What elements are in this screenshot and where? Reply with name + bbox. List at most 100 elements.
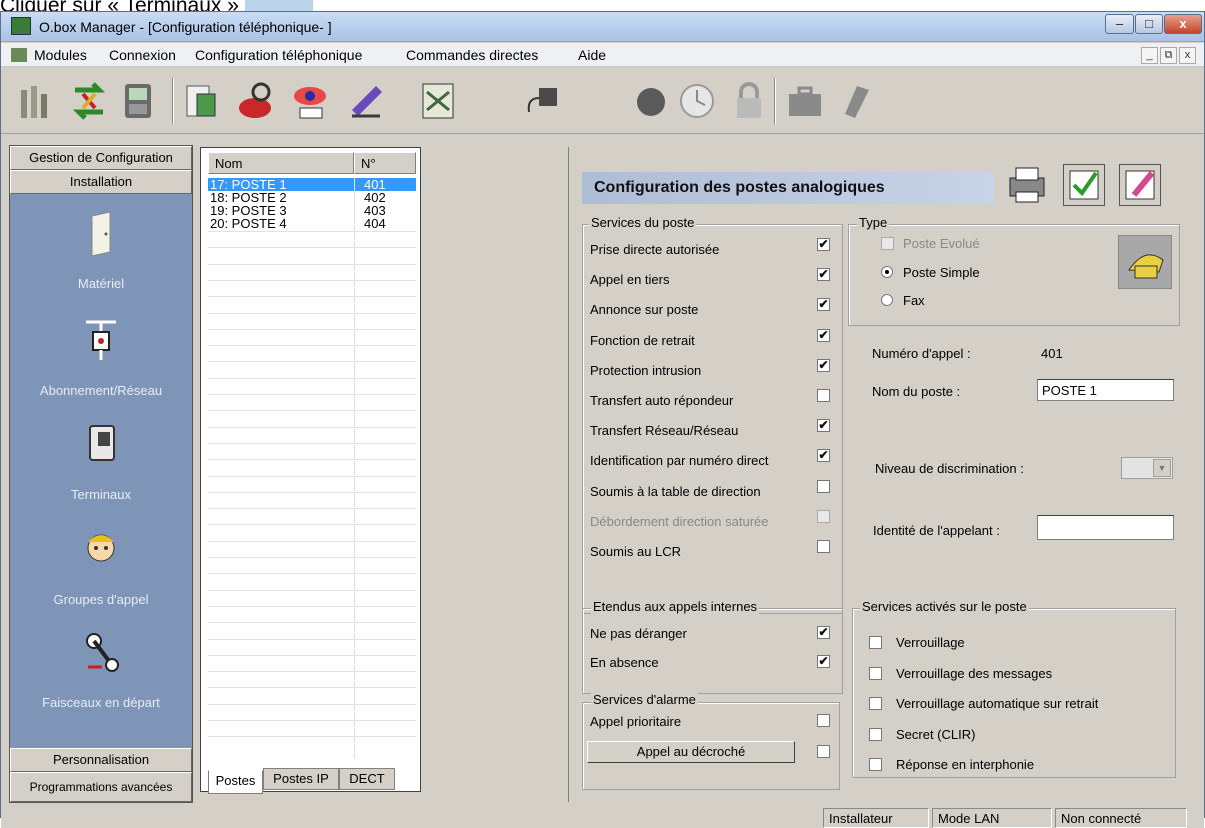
briefcase-icon[interactable] xyxy=(785,80,825,122)
discrimination-select[interactable]: ▼ xyxy=(1121,457,1173,479)
network-icon[interactable] xyxy=(419,80,459,122)
type-radio-simple[interactable] xyxy=(881,266,893,278)
alarm-checkbox-prioritaire[interactable] xyxy=(817,714,830,727)
numero-value: 401 xyxy=(1041,346,1063,361)
telephone-image xyxy=(1118,235,1172,289)
eye-icon[interactable] xyxy=(290,80,330,122)
activated-checkbox[interactable] xyxy=(869,727,882,741)
menu-modules[interactable]: Modules xyxy=(34,47,87,63)
type-radio-fax[interactable] xyxy=(881,294,893,306)
service-label: Identification par numéro direct xyxy=(590,453,769,469)
sidebar-item-abonnement[interactable]: Abonnement/Réseau xyxy=(10,383,192,398)
mdi-restore-button[interactable]: ⧉ xyxy=(1160,47,1177,64)
title-bar[interactable]: O.box Manager - [Configuration téléphoni… xyxy=(1,12,1204,42)
service-checkbox[interactable] xyxy=(817,540,830,553)
service-checkbox[interactable] xyxy=(817,479,830,493)
list-gridline xyxy=(208,524,416,526)
tab-postes[interactable]: Postes xyxy=(208,770,263,794)
edit-icon[interactable] xyxy=(346,80,386,122)
plug-icon[interactable] xyxy=(523,80,563,122)
cancel-button[interactable] xyxy=(1119,164,1161,206)
service-checkbox[interactable] xyxy=(817,509,830,523)
service-checkbox[interactable]: ✔ xyxy=(817,238,830,251)
validate-button[interactable] xyxy=(1063,164,1105,206)
service-label: Transfert auto répondeur xyxy=(590,393,734,408)
sidebar-header-installation[interactable]: Installation xyxy=(10,170,192,194)
toolbar xyxy=(1,68,1204,134)
mdi-minimize-button[interactable]: _ xyxy=(1141,47,1158,64)
list-row[interactable]: 20: POSTE 4 404 xyxy=(208,217,416,230)
maximize-button[interactable]: □ xyxy=(1135,14,1163,34)
tab-dect[interactable]: DECT xyxy=(339,768,395,790)
row-num: 404 xyxy=(364,216,386,231)
service-checkbox[interactable]: ✔ xyxy=(817,328,830,342)
cable-icon[interactable] xyxy=(82,631,120,675)
door-icon[interactable] xyxy=(82,212,120,256)
network-plug-icon[interactable] xyxy=(82,318,120,362)
sidebar: Gestion de Configuration Installation Ma… xyxy=(9,145,193,803)
service-label: Prise directe autorisée xyxy=(590,242,720,257)
type-label-evolue: Poste Evolué xyxy=(903,236,980,251)
internal-checkbox-en-absence[interactable]: ✔ xyxy=(817,655,830,668)
list-gridline xyxy=(208,377,416,379)
minimize-button[interactable]: – xyxy=(1105,14,1134,34)
status-user: Installateur xyxy=(823,808,929,828)
service-checkbox[interactable]: ✔ xyxy=(817,449,830,463)
clock-icon[interactable] xyxy=(677,80,717,122)
type-checkbox-evolue[interactable] xyxy=(881,237,894,250)
activated-checkbox[interactable] xyxy=(869,666,882,680)
sidebar-item-materiel[interactable]: Matériel xyxy=(10,276,192,291)
service-checkbox[interactable]: ✔ xyxy=(817,298,830,312)
internal-checkbox-ne-pas-deranger[interactable]: ✔ xyxy=(817,626,830,639)
print-icon[interactable] xyxy=(1006,164,1048,206)
column-header-num[interactable]: N° xyxy=(354,152,416,174)
sidebar-footer-personnalisation[interactable]: Personnalisation xyxy=(10,748,192,772)
service-checkbox[interactable] xyxy=(817,389,830,402)
service-checkbox[interactable]: ✔ xyxy=(817,419,830,433)
activated-checkbox[interactable] xyxy=(869,636,882,649)
phone-search-icon[interactable] xyxy=(235,80,275,122)
poste-list-panel: Nom N° 17: POSTE 1 401 18: POSTE 2 402 19:… xyxy=(200,147,421,794)
terminal-phone-icon[interactable] xyxy=(82,422,120,466)
tab-postes-ip[interactable]: Postes IP xyxy=(263,768,339,790)
sidebar-footer-programmations[interactable]: Programmations avancées xyxy=(10,772,192,802)
page-title: Configuration des postes analogiques xyxy=(582,172,994,204)
window-title: O.box Manager - [Configuration téléphoni… xyxy=(39,19,332,35)
list-gridline xyxy=(208,442,416,444)
group-alarm-title: Services d'alarme xyxy=(591,692,698,707)
status-connection: Non connecté xyxy=(1055,808,1187,828)
close-button[interactable]: x xyxy=(1164,14,1202,34)
sidebar-item-groupes[interactable]: Groupes d'appel xyxy=(10,592,192,607)
sidebar-item-faisceaux[interactable]: Faisceaux en départ xyxy=(10,695,192,710)
mdi-close-button[interactable]: x xyxy=(1179,47,1196,64)
service-checkbox[interactable]: ✔ xyxy=(817,358,830,372)
chevron-down-icon: ▼ xyxy=(1153,459,1171,477)
mobile-icon[interactable] xyxy=(837,80,877,122)
internal-label-en-absence: En absence xyxy=(590,655,659,670)
appel-decroche-button[interactable]: Appel au décroché xyxy=(587,741,795,763)
list-gridline xyxy=(208,296,416,298)
alarm-checkbox-decroche[interactable] xyxy=(817,745,830,758)
terminal-icon[interactable] xyxy=(119,80,159,122)
modules-icon[interactable] xyxy=(17,80,57,122)
list-gridline xyxy=(208,540,416,542)
sidebar-item-terminaux[interactable]: Terminaux xyxy=(10,487,192,502)
identite-input[interactable] xyxy=(1037,515,1174,540)
connexion-icon[interactable] xyxy=(69,80,109,122)
nom-poste-input[interactable]: POSTE 1 xyxy=(1037,379,1174,401)
bomb-icon[interactable] xyxy=(631,80,671,122)
menu-connexion[interactable]: Connexion xyxy=(109,47,176,63)
person-icon[interactable] xyxy=(82,528,120,572)
config-icon[interactable] xyxy=(181,80,221,122)
list-gridline xyxy=(208,573,416,575)
menu-commandes[interactable]: Commandes directes xyxy=(406,47,538,63)
lock-icon[interactable] xyxy=(729,80,769,122)
menu-aide[interactable]: Aide xyxy=(578,47,606,63)
activated-checkbox[interactable] xyxy=(869,758,882,771)
list-gridline xyxy=(208,263,416,265)
menu-configuration[interactable]: Configuration téléphonique xyxy=(195,47,362,63)
column-header-nom[interactable]: Nom xyxy=(208,152,354,174)
service-checkbox[interactable]: ✔ xyxy=(817,268,830,282)
sidebar-header-gestion[interactable]: Gestion de Configuration xyxy=(10,146,192,170)
activated-checkbox[interactable] xyxy=(869,697,882,710)
